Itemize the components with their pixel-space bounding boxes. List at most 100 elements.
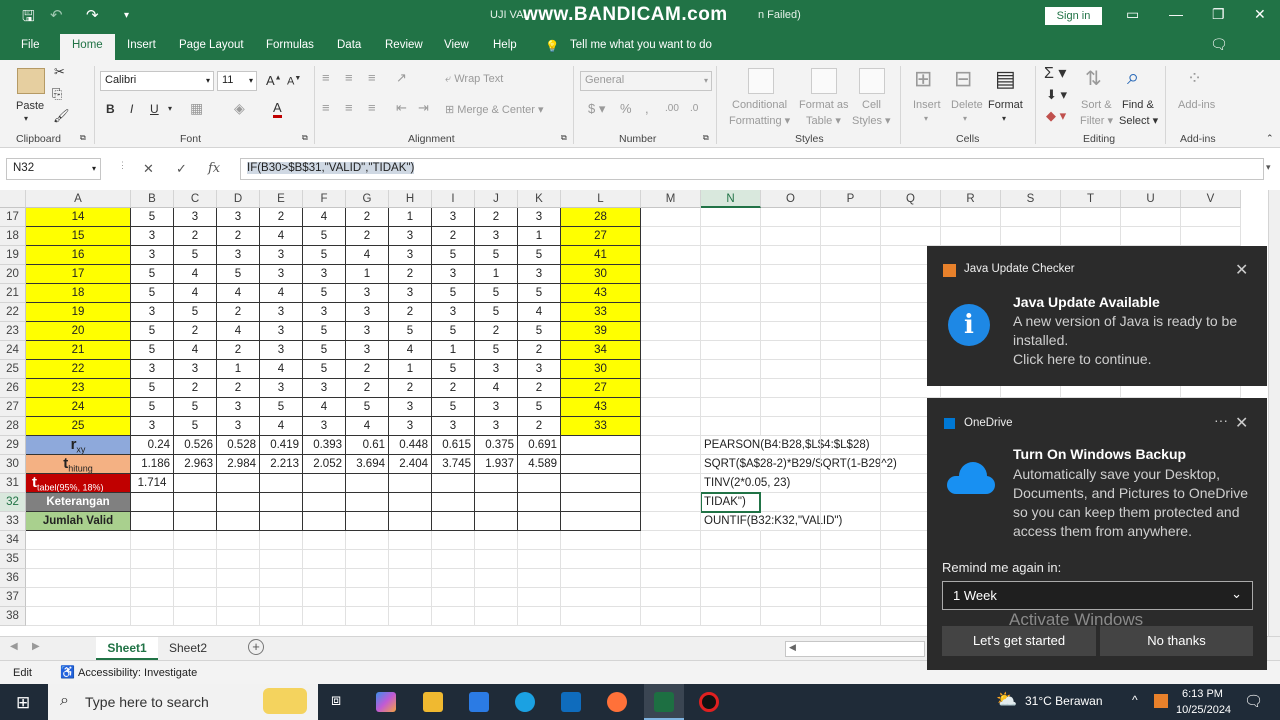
- cell-styles-button[interactable]: Cell: [862, 99, 881, 111]
- grid-cell[interactable]: [475, 569, 518, 588]
- score-cell[interactable]: 5: [346, 398, 389, 417]
- score-cell[interactable]: 1: [217, 360, 260, 379]
- grid-cell[interactable]: [475, 588, 518, 607]
- row-header[interactable]: 17: [0, 208, 26, 227]
- grid-cell[interactable]: [131, 569, 174, 588]
- row-header[interactable]: 38: [0, 607, 26, 626]
- score-cell[interactable]: 3: [217, 208, 260, 227]
- score-cell[interactable]: 2: [174, 227, 217, 246]
- grid-cell[interactable]: [131, 531, 174, 550]
- tab-page-layout[interactable]: Page Layout: [179, 39, 244, 51]
- score-cell[interactable]: 5: [432, 360, 475, 379]
- grid-cell[interactable]: [641, 284, 701, 303]
- score-cell[interactable]: 4: [260, 227, 303, 246]
- grid-cell[interactable]: [701, 550, 761, 569]
- grid-cell[interactable]: [821, 531, 881, 550]
- grid-cell[interactable]: [303, 531, 346, 550]
- score-cell[interactable]: 2: [217, 379, 260, 398]
- column-header-n[interactable]: N: [701, 190, 761, 208]
- rxy-value-cell[interactable]: 0.375: [475, 436, 518, 455]
- column-header-k[interactable]: K: [518, 190, 561, 208]
- grid-cell[interactable]: [701, 208, 761, 227]
- empty-cell[interactable]: [389, 512, 432, 531]
- row-header[interactable]: 36: [0, 569, 26, 588]
- grid-cell[interactable]: [701, 607, 761, 626]
- horizontal-scrollbar[interactable]: [785, 641, 925, 657]
- taskbar-search[interactable]: ⌕ Type here to search: [48, 684, 318, 720]
- grid-cell[interactable]: [217, 531, 260, 550]
- score-cell[interactable]: 3: [303, 303, 346, 322]
- score-cell[interactable]: 3: [432, 303, 475, 322]
- score-cell[interactable]: 3: [346, 284, 389, 303]
- total-score-cell[interactable]: 41: [561, 246, 641, 265]
- thitung-value-cell[interactable]: 2.963: [174, 455, 217, 474]
- grid-cell[interactable]: [761, 436, 821, 455]
- grid-cell[interactable]: [761, 607, 821, 626]
- bandicam-icon[interactable]: [699, 692, 719, 712]
- orientation-icon[interactable]: ↗: [396, 70, 407, 86]
- grid-cell[interactable]: [761, 208, 821, 227]
- formula-input[interactable]: IF(B30>$B$31,"VALID","TIDAK"): [240, 158, 1264, 180]
- no-thanks-button[interactable]: No thanks: [1100, 626, 1253, 656]
- score-cell[interactable]: 5: [303, 322, 346, 341]
- score-cell[interactable]: 5: [174, 417, 217, 436]
- grid-cell[interactable]: [346, 531, 389, 550]
- grid-cell[interactable]: [821, 607, 881, 626]
- total-score-cell[interactable]: 30: [561, 360, 641, 379]
- undo-icon[interactable]: ↶: [50, 6, 63, 24]
- score-cell[interactable]: 1: [475, 265, 518, 284]
- grid-cell[interactable]: [761, 227, 821, 246]
- grid-cell[interactable]: [641, 341, 701, 360]
- score-cell[interactable]: 3: [260, 322, 303, 341]
- respondent-number-cell[interactable]: 23: [26, 379, 131, 398]
- grid-cell[interactable]: [641, 246, 701, 265]
- grid-cell[interactable]: [821, 588, 881, 607]
- grid-cell[interactable]: [821, 569, 881, 588]
- score-cell[interactable]: 2: [475, 322, 518, 341]
- empty-cell[interactable]: [217, 474, 260, 493]
- sign-in-button[interactable]: Sign in: [1045, 7, 1102, 25]
- empty-cell[interactable]: [260, 493, 303, 512]
- row-header[interactable]: 25: [0, 360, 26, 379]
- score-cell[interactable]: 4: [346, 246, 389, 265]
- grid-cell[interactable]: [701, 417, 761, 436]
- grid-cell[interactable]: [346, 550, 389, 569]
- grid-cell[interactable]: [761, 417, 821, 436]
- score-cell[interactable]: 5: [475, 284, 518, 303]
- column-header-q[interactable]: Q: [881, 190, 941, 208]
- column-header-l[interactable]: L: [561, 190, 641, 208]
- empty-cell[interactable]: [561, 455, 641, 474]
- select-all-corner[interactable]: [0, 190, 26, 208]
- number-launcher-icon[interactable]: ⧉: [703, 133, 709, 143]
- grid-cell[interactable]: [761, 474, 821, 493]
- score-cell[interactable]: 5: [303, 360, 346, 379]
- grid-cell[interactable]: [821, 227, 881, 246]
- grid-cell[interactable]: [518, 550, 561, 569]
- row-header[interactable]: 37: [0, 588, 26, 607]
- score-cell[interactable]: 4: [217, 322, 260, 341]
- grid-cell[interactable]: [432, 569, 475, 588]
- score-cell[interactable]: 5: [303, 284, 346, 303]
- cut-icon[interactable]: ✂: [54, 64, 65, 80]
- thitung-label-cell[interactable]: thitung: [26, 455, 131, 474]
- paste-icon[interactable]: [17, 68, 45, 94]
- score-cell[interactable]: 2: [432, 379, 475, 398]
- rxy-value-cell[interactable]: 0.448: [389, 436, 432, 455]
- grid-cell[interactable]: [761, 284, 821, 303]
- grid-cell[interactable]: [641, 569, 701, 588]
- rxy-label-cell[interactable]: rxy: [26, 436, 131, 455]
- score-cell[interactable]: 4: [303, 398, 346, 417]
- grid-cell[interactable]: [1181, 208, 1241, 227]
- score-cell[interactable]: 3: [303, 379, 346, 398]
- score-cell[interactable]: 2: [518, 417, 561, 436]
- grid-cell[interactable]: [641, 379, 701, 398]
- clear-icon[interactable]: ◆ ▾: [1046, 108, 1066, 124]
- score-cell[interactable]: 4: [174, 265, 217, 284]
- grid-cell[interactable]: [217, 569, 260, 588]
- respondent-number-cell[interactable]: 15: [26, 227, 131, 246]
- grid-cell[interactable]: [1001, 208, 1061, 227]
- empty-cell[interactable]: [389, 474, 432, 493]
- score-cell[interactable]: 5: [518, 246, 561, 265]
- tell-me-box[interactable]: Tell me what you want to do: [570, 39, 712, 51]
- score-cell[interactable]: 2: [518, 379, 561, 398]
